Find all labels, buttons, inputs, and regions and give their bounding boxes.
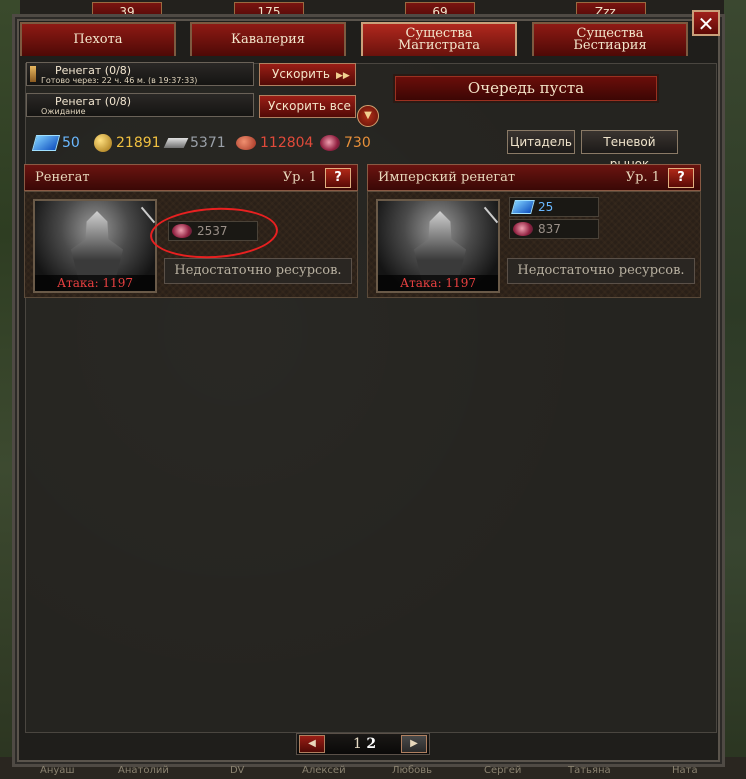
player-name[interactable]: DV	[230, 765, 244, 776]
player-name[interactable]: Любовь	[392, 765, 432, 776]
tab-infantry[interactable]: Пехота	[20, 22, 176, 56]
unit-attack: Атака: 1197	[378, 275, 498, 291]
armored-knight-image	[71, 211, 123, 281]
resource-sapphire: 50	[31, 128, 80, 158]
gold-value: 21891	[116, 135, 161, 151]
queue-status: Очередь пуста	[393, 74, 659, 103]
resource-iron: 5371	[163, 128, 226, 158]
queue-item-subtitle: Ожидание	[41, 107, 86, 116]
player-name[interactable]: Татьяна	[568, 765, 611, 776]
speed-up-all-button[interactable]: Ускорить все	[259, 95, 356, 118]
blood-orb-icon	[513, 222, 533, 236]
next-page-button[interactable]: ▶	[401, 735, 427, 753]
sapphire-icon	[511, 200, 535, 214]
queue-item-1: Ренегат (0/8) Готово через: 22 ч. 46 м. …	[26, 62, 254, 86]
help-button[interactable]: ?	[325, 168, 351, 188]
double-arrow-icon: ▶▶	[335, 71, 350, 81]
unit-name: Ренегат	[35, 170, 90, 185]
page-1[interactable]: 1	[353, 736, 362, 752]
unit-attack: Атака: 1197	[35, 275, 155, 291]
page-2-current[interactable]: 2	[366, 736, 376, 752]
cost-blood: 837	[509, 219, 599, 239]
sapphire-icon	[31, 135, 61, 151]
resource-blood: 730	[320, 128, 371, 158]
blood-orb-icon	[320, 135, 340, 151]
insufficient-resources-label: Недостаточно ресурсов.	[164, 258, 352, 284]
page-numbers: 1 2	[353, 736, 376, 752]
shadow-market-button[interactable]: Теневой рынок	[581, 130, 678, 171]
iron-ingot-icon	[163, 138, 189, 148]
tab-bestiary-label-2: Бестиария	[573, 38, 647, 53]
blood-value: 730	[344, 135, 371, 151]
queue-item-subtitle: Готово через: 22 ч. 46 м. (в 19:37:33)	[41, 76, 198, 85]
speed-up-label: Ускорить	[272, 67, 330, 81]
sapphire-value: 50	[62, 135, 80, 151]
resource-meat: 112804	[236, 128, 313, 158]
player-name[interactable]: Ануаш	[40, 765, 75, 776]
armored-knight-image	[414, 211, 466, 281]
gold-coin-icon	[94, 134, 112, 152]
tab-cavalry-label: Кавалерия	[230, 32, 306, 47]
player-name[interactable]: Анатолий	[118, 765, 169, 776]
unit-card-imperial-renegade: Имперский ренегат Ур. 1 ? Атака: 1197 25…	[367, 164, 701, 298]
player-name[interactable]: Алексей	[302, 765, 346, 776]
background-scene-right	[724, 0, 746, 779]
chevron-down-icon[interactable]: ▼	[357, 105, 379, 127]
spear-icon	[483, 206, 498, 224]
tab-magistrate-label-2: Магистрата	[397, 38, 481, 53]
speed-up-button[interactable]: Ускорить ▶▶	[259, 63, 356, 86]
citadel-button[interactable]: Цитадель	[507, 130, 575, 154]
tab-infantry-label: Пехота	[73, 32, 123, 47]
progress-marker-icon	[30, 66, 36, 82]
bottom-player-bar: Ануаш Анатолий DV Алексей Любовь Сергей …	[0, 765, 746, 779]
insufficient-resources-label: Недостаточно ресурсов.	[507, 258, 695, 284]
speed-up-all-label: Ускорить все	[268, 99, 351, 113]
spear-icon	[140, 206, 155, 224]
meat-icon	[236, 136, 256, 150]
unit-portrait[interactable]: Атака: 1197	[376, 199, 500, 293]
tab-cavalry[interactable]: Кавалерия	[190, 22, 346, 56]
close-button[interactable]: ✕	[692, 10, 720, 36]
help-button[interactable]: ?	[668, 168, 694, 188]
cost-blood-value: 837	[538, 222, 561, 236]
prev-page-button[interactable]: ◀	[299, 735, 325, 753]
tab-magistrate-creatures[interactable]: Существа Магистрата	[361, 22, 517, 56]
player-name[interactable]: Сергей	[484, 765, 521, 776]
unit-card-header: Имперский ренегат Ур. 1 ?	[367, 164, 701, 191]
pager: ◀ 1 2 ▶	[296, 733, 430, 755]
unit-card-body: Атака: 1197 25 837 Недостаточно ресурсов…	[367, 191, 701, 298]
unit-card-header: Ренегат Ур. 1 ?	[24, 164, 358, 191]
cost-sapphire: 25	[509, 197, 599, 217]
meat-value: 112804	[260, 135, 314, 151]
unit-name: Имперский ренегат	[378, 170, 516, 185]
unit-portrait[interactable]: Атака: 1197	[33, 199, 157, 293]
player-name[interactable]: Ната	[672, 765, 698, 776]
cost-sapphire-value: 25	[538, 200, 554, 214]
queue-item-2: Ренегат (0/8) Ожидание	[26, 93, 254, 117]
unit-level: Ур. 1	[282, 170, 317, 185]
tab-bestiary-creatures[interactable]: Существа Бестиария	[532, 22, 688, 56]
resource-gold: 21891	[94, 128, 161, 158]
unit-level: Ур. 1	[625, 170, 660, 185]
iron-value: 5371	[190, 135, 226, 151]
